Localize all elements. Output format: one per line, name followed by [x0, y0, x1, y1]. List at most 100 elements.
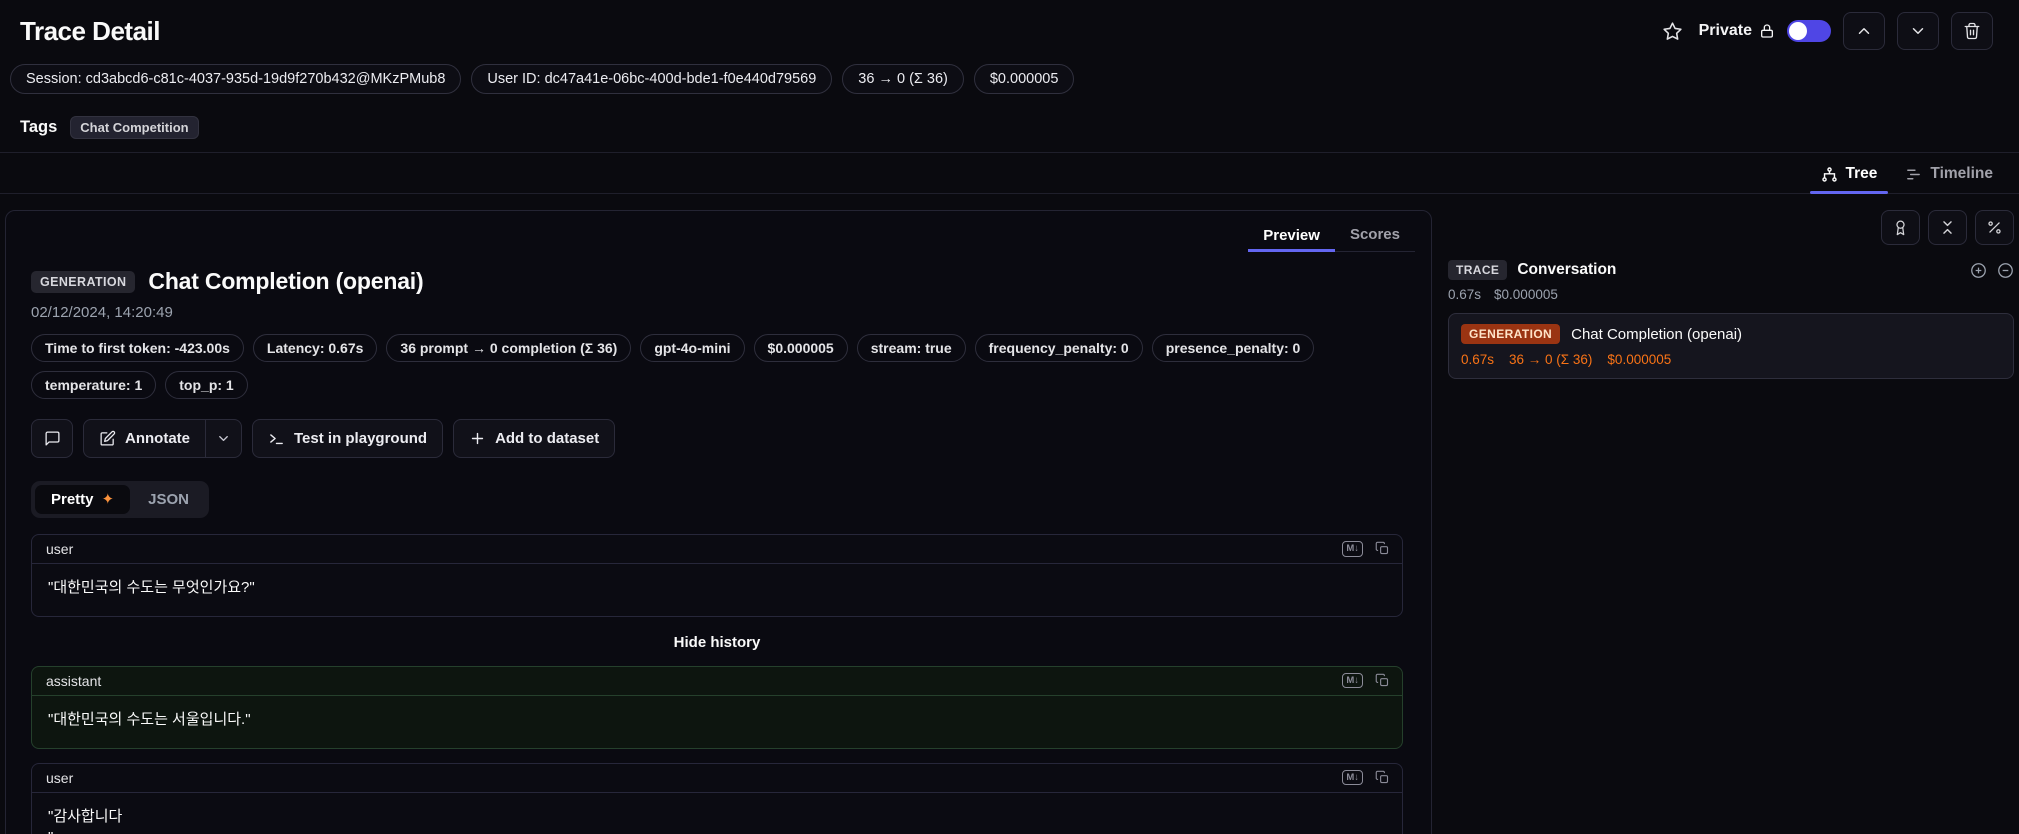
format-tab-group: Pretty ✦ JSON [31, 481, 209, 518]
show-scores-button[interactable] [1881, 210, 1920, 245]
message-role: user [46, 769, 74, 786]
pill-latency: Latency: 0.67s [252, 334, 378, 362]
tree-node-generation[interactable]: GENERATION Chat Completion (openai) 0.67… [1448, 313, 2014, 379]
copy-icon[interactable] [1375, 770, 1390, 785]
tab-json[interactable]: JSON [132, 485, 205, 514]
message-header: user M↓ [32, 535, 1402, 564]
caret-down-icon [216, 431, 231, 446]
message-user-2: user M↓ "감사합니다 " [31, 762, 1403, 834]
delete-trace-button[interactable] [1951, 12, 1993, 50]
node-latency: 0.67s [1461, 352, 1495, 367]
header-actions: Private [1658, 12, 1993, 50]
add-to-dataset-button[interactable]: Add to dataset [453, 419, 616, 458]
tag-chip[interactable]: Chat Competition [70, 116, 199, 139]
show-percentages-button[interactable] [1975, 210, 2014, 245]
comments-button[interactable] [31, 419, 73, 458]
pill-frequency-penalty: frequency_penalty: 0 [974, 334, 1143, 362]
tree-icon [1821, 166, 1838, 183]
node-tokens: 36 → 0 (Σ 36) [1509, 352, 1593, 367]
metric-pills: Time to first token: -423.00s Latency: 0… [31, 334, 1403, 399]
observation-title: Chat Completion (openai) [148, 268, 424, 294]
tab-tree[interactable]: Tree [1807, 157, 1892, 194]
share-toggle[interactable] [1787, 20, 1831, 42]
chevrons-collapse-icon [1939, 219, 1956, 236]
collapse-all-button[interactable] [1928, 210, 1967, 245]
privacy-status: Private [1699, 22, 1775, 40]
playground-label: Test in playground [294, 430, 428, 447]
user-id-badge[interactable]: User ID: dc47a41e-06bc-400d-bde1-f0e440d… [471, 64, 833, 94]
pill-token-usage: 36 prompt → 0 completion (Σ 36) [386, 334, 632, 362]
node-title: Chat Completion (openai) [1571, 325, 1743, 343]
tree-toolbar [1448, 210, 2014, 245]
markdown-toggle-icon[interactable]: M↓ [1342, 769, 1363, 786]
award-icon [1892, 219, 1909, 236]
copy-icon[interactable] [1375, 541, 1390, 556]
view-tab-bar: Tree Timeline [0, 153, 2019, 194]
tab-timeline-label: Timeline [1930, 165, 1993, 182]
circle-plus-icon [1970, 262, 1987, 279]
message-user-1: user M↓ "대한민국의 수도는 무엇인가요?" [31, 534, 1403, 617]
message-role: assistant [46, 672, 102, 689]
collapse-tree-button[interactable] [1997, 262, 2014, 279]
message-content: "감사합니다 " [48, 807, 123, 834]
pill-model[interactable]: gpt-4o-mini [640, 334, 745, 362]
tab-scores[interactable]: Scores [1335, 219, 1415, 251]
pill-temperature: temperature: 1 [31, 371, 157, 399]
tab-pretty[interactable]: Pretty ✦ [35, 485, 131, 514]
cost-badge: $0.000005 [973, 64, 1075, 94]
tags-label: Tags [20, 118, 58, 136]
previous-trace-button[interactable] [1843, 12, 1885, 50]
tab-tree-label: Tree [1845, 165, 1878, 182]
copy-icon[interactable] [1375, 673, 1390, 688]
preview-scores-tabbar: Preview Scores [6, 211, 1431, 252]
markdown-toggle-icon[interactable]: M↓ [1342, 541, 1363, 557]
annotate-label: Annotate [125, 430, 190, 447]
next-trace-button[interactable] [1897, 12, 1939, 50]
token-usage-badge: 36 → 0 (Σ 36) [842, 64, 964, 94]
tags-row: Tags Chat Competition [0, 106, 2019, 153]
trace-latency: 0.67s [1448, 287, 1482, 302]
generation-badge: GENERATION [1461, 324, 1561, 344]
node-metrics: 0.67s 36 → 0 (Σ 36) $0.000005 [1461, 352, 2001, 367]
privacy-label: Private [1698, 22, 1752, 39]
observation-header: GENERATION Chat Completion (openai) [31, 268, 1403, 295]
pill-top-p: top_p: 1 [165, 371, 248, 399]
message-header: assistant M↓ [32, 667, 1402, 696]
annotate-split-button: Annotate [83, 419, 242, 458]
annotate-dropdown-button[interactable] [205, 420, 241, 457]
hide-history-toggle[interactable]: Hide history [31, 631, 1403, 652]
markdown-toggle-icon[interactable]: M↓ [1342, 673, 1363, 689]
edit-pencil-icon [99, 430, 116, 447]
trace-metrics: 0.67s $0.000005 [1448, 287, 2014, 302]
page-title: Trace Detail [20, 15, 160, 46]
message-list: user M↓ "대한민국의 수도는 무엇인가요?" Hide history … [31, 534, 1403, 834]
star-icon [1662, 21, 1683, 42]
observation-card: Preview Scores GENERATION Chat Completio… [5, 210, 1432, 834]
message-assistant: assistant M↓ "대한민국의 수도는 서울입니다." [31, 665, 1403, 749]
tab-timeline[interactable]: Timeline [1891, 157, 2007, 193]
meta-badge-row: Session: cd3abcd6-c81c-4037-935d-19d9f27… [5, 56, 2019, 106]
pill-time-to-first-token: Time to first token: -423.00s [31, 334, 244, 362]
session-badge[interactable]: Session: cd3abcd6-c81c-4037-935d-19d9f27… [10, 64, 462, 94]
observation-body: GENERATION Chat Completion (openai) 02/1… [6, 252, 1431, 834]
star-button[interactable] [1658, 17, 1687, 46]
plus-icon [469, 430, 486, 447]
page-header: Trace Detail Private [0, 0, 2019, 56]
content-area: Preview Scores GENERATION Chat Completio… [0, 194, 2019, 834]
trash-icon [1963, 22, 1981, 40]
trace-cost: $0.000005 [1494, 287, 1558, 302]
test-in-playground-button[interactable]: Test in playground [252, 419, 444, 458]
add-to-dataset-label: Add to dataset [495, 430, 600, 447]
sparkles-icon: ✦ [101, 491, 115, 508]
message-content: "대한민국의 수도는 무엇인가요?" [48, 579, 255, 596]
pill-presence-penalty: presence_penalty: 0 [1151, 334, 1315, 362]
observation-timestamp: 02/12/2024, 14:20:49 [31, 304, 173, 321]
tab-preview[interactable]: Preview [1248, 219, 1335, 252]
annotate-button[interactable]: Annotate [84, 420, 205, 457]
trace-root-row[interactable]: TRACE Conversation [1448, 260, 2014, 280]
terminal-icon [268, 430, 285, 447]
percent-icon [1986, 219, 2003, 236]
pretty-label: Pretty [51, 491, 94, 508]
expand-all-button[interactable] [1970, 262, 1987, 279]
trace-type-badge: TRACE [1448, 260, 1508, 280]
